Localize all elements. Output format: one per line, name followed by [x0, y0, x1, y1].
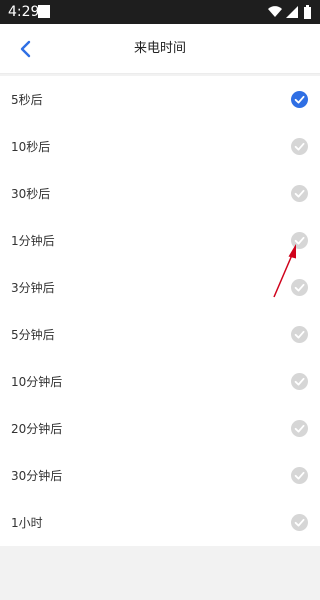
check-icon — [291, 232, 308, 249]
option-label: 10分钟后 — [11, 375, 63, 389]
option-row[interactable]: 10秒后 — [0, 123, 320, 170]
check-icon — [291, 185, 308, 202]
check-icon — [291, 326, 308, 343]
check-icon — [291, 420, 308, 437]
option-list: 5秒后 10秒后 30秒后 1分钟后 3分钟后 5分钟后 10分钟后 20分钟后 30分钟后 1小… — [0, 76, 320, 546]
check-icon — [291, 373, 308, 390]
option-row[interactable]: 10分钟后 — [0, 358, 320, 405]
signal-icon — [286, 6, 298, 18]
check-icon — [291, 279, 308, 296]
option-label: 5分钟后 — [11, 328, 55, 342]
option-label: 1分钟后 — [11, 234, 55, 248]
option-row[interactable]: 20分钟后 — [0, 405, 320, 452]
status-time: 4:29 — [8, 4, 40, 20]
check-selected-icon — [291, 91, 308, 108]
chevron-left-icon — [20, 40, 31, 58]
option-row[interactable]: 1分钟后 — [0, 217, 320, 264]
wifi-icon — [268, 6, 282, 17]
check-icon — [291, 467, 308, 484]
battery-icon — [304, 5, 311, 19]
header-bar: 来电时间 — [0, 24, 320, 74]
option-row[interactable]: 30分钟后 — [0, 452, 320, 499]
option-label: 30秒后 — [11, 187, 51, 201]
bottom-empty-area — [0, 546, 320, 600]
back-button[interactable] — [8, 32, 42, 66]
option-label: 5秒后 — [11, 93, 43, 107]
option-row[interactable]: 30秒后 — [0, 170, 320, 217]
option-row[interactable]: 5分钟后 — [0, 311, 320, 358]
option-label: 3分钟后 — [11, 281, 55, 295]
page-title: 来电时间 — [133, 41, 186, 56]
option-label: 20分钟后 — [11, 422, 63, 436]
option-row[interactable]: 5秒后 — [0, 76, 320, 123]
notification-icon — [38, 5, 50, 18]
status-icons — [268, 5, 311, 19]
check-icon — [291, 514, 308, 531]
option-label: 30分钟后 — [11, 469, 63, 483]
status-bar: 4:29 — [0, 0, 320, 24]
option-label: 10秒后 — [11, 140, 51, 154]
option-row[interactable]: 3分钟后 — [0, 264, 320, 311]
option-row[interactable]: 1小时 — [0, 499, 320, 546]
check-icon — [291, 138, 308, 155]
option-label: 1小时 — [11, 516, 43, 530]
